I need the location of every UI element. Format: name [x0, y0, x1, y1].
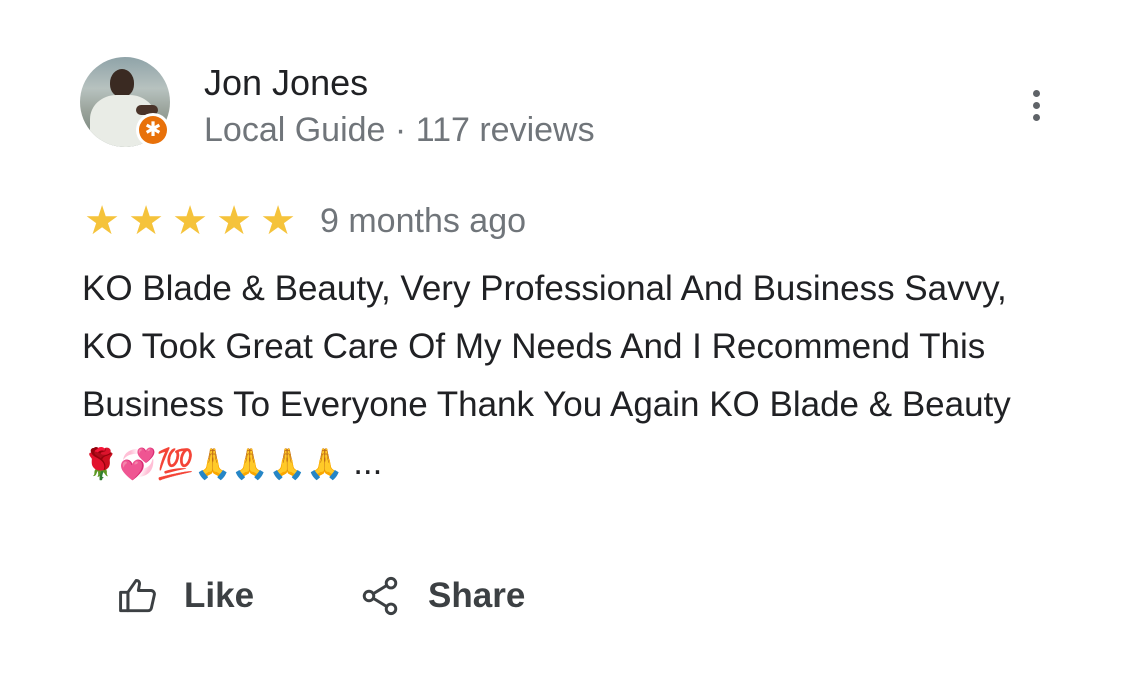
star-icon: ★	[128, 198, 164, 244]
more-options-button[interactable]	[1016, 84, 1056, 128]
like-button[interactable]: Like	[116, 568, 254, 624]
star-rating: ★ ★ ★ ★ ★	[80, 201, 300, 241]
star-icon: ★	[216, 198, 252, 244]
review-text: KO Blade & Beauty, Very Professional And…	[82, 260, 1012, 494]
review-body: KO Blade & Beauty, Very Professional And…	[82, 269, 1011, 424]
like-label: Like	[184, 576, 255, 615]
star-icon: ★	[84, 198, 120, 244]
more-vert-icon	[1033, 90, 1040, 97]
reviewer-role: Local Guide	[204, 111, 386, 149]
review-card: ✱ Jon Jones Local Guide · 117 reviews ★ …	[0, 0, 1140, 675]
share-button[interactable]: Share	[358, 568, 525, 624]
review-actions: Like Share	[116, 568, 525, 624]
meta-separator: ·	[394, 111, 407, 149]
review-count[interactable]: 117 reviews	[416, 111, 595, 149]
star-icon: ★	[260, 198, 296, 244]
review-emojis: 🌹💞💯🙏🙏🙏🙏	[82, 447, 344, 482]
more-text-ellipsis[interactable]: ...	[343, 443, 382, 482]
local-guide-badge: ✱	[136, 113, 170, 147]
thumb-up-icon	[119, 578, 156, 613]
reviewer-name[interactable]: Jon Jones	[204, 62, 368, 104]
local-guide-star-icon: ✱	[139, 116, 167, 144]
rating-row: ★ ★ ★ ★ ★ 9 months ago	[80, 198, 526, 244]
share-icon	[362, 576, 398, 616]
share-label: Share	[428, 576, 526, 615]
star-icon: ★	[172, 198, 208, 244]
reviewer-meta: Local Guide · 117 reviews	[204, 109, 595, 151]
review-date: 9 months ago	[320, 202, 527, 240]
